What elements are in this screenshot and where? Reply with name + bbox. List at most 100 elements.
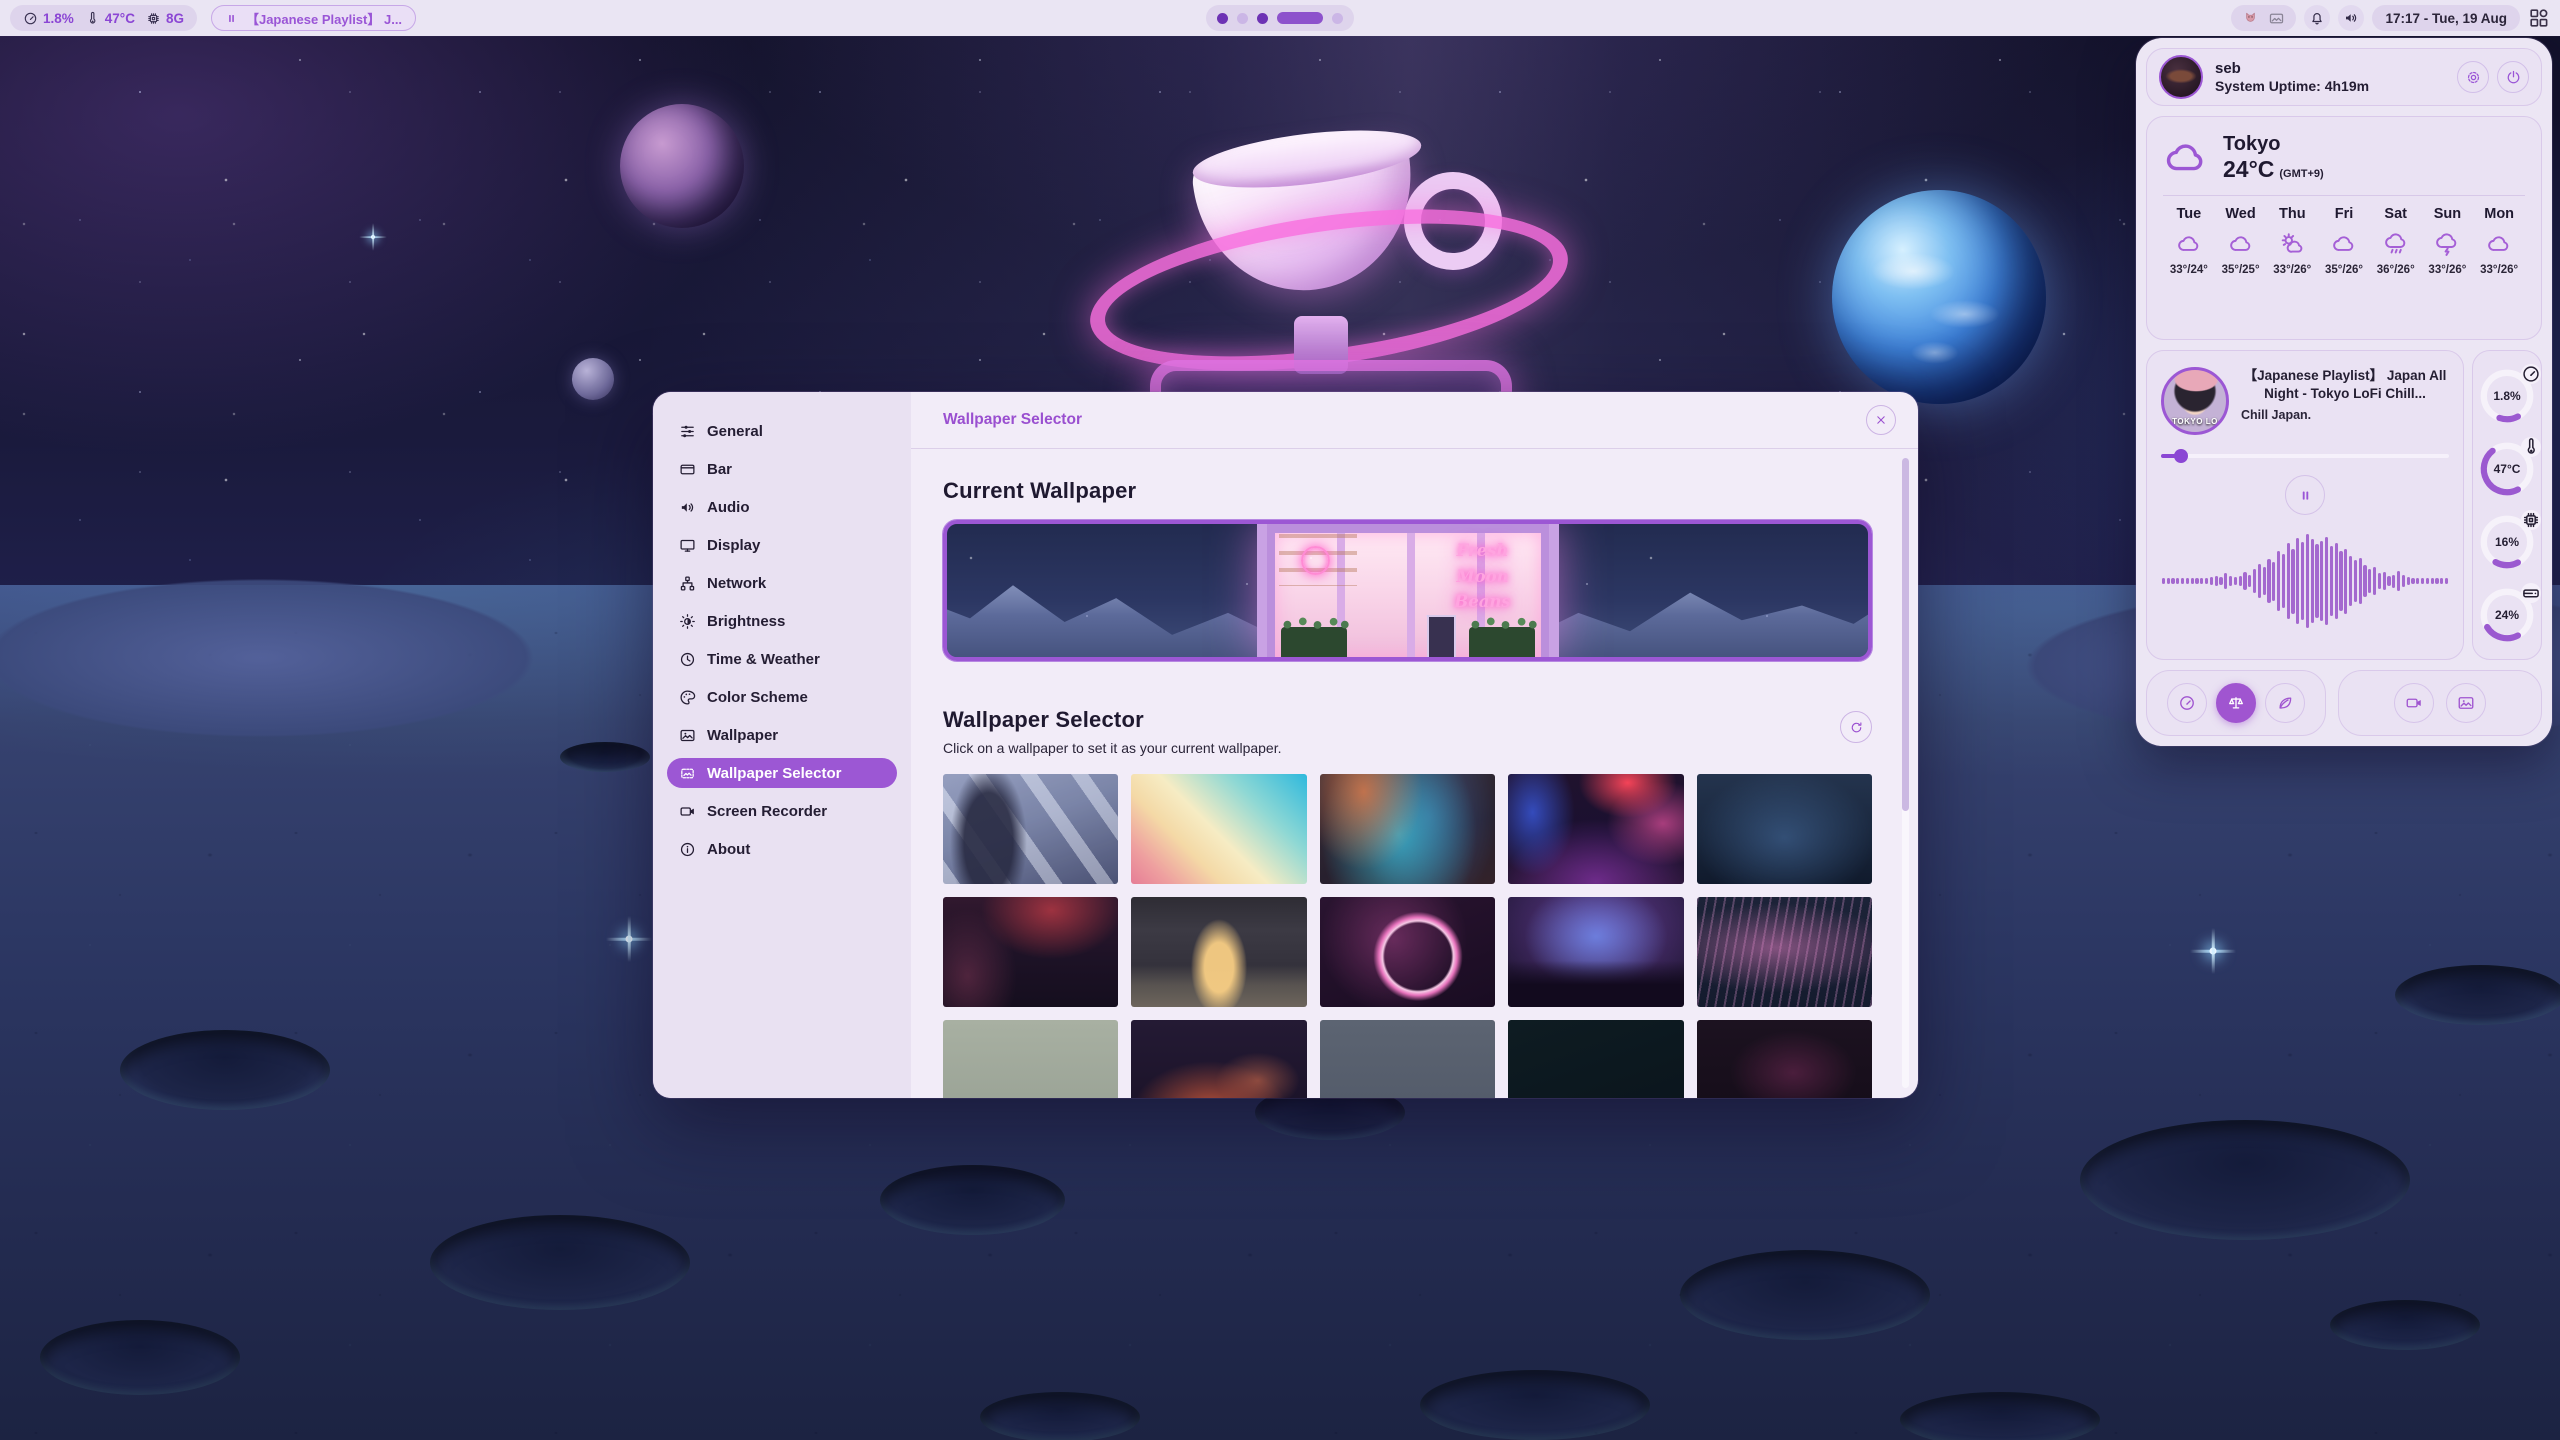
brightness-icon xyxy=(679,613,696,630)
sidebar-item-network[interactable]: Network xyxy=(667,568,897,598)
clock-pill[interactable]: 17:17 - Tue, 19 Aug xyxy=(2372,5,2520,31)
image-icon xyxy=(2457,694,2475,712)
wallpaper-thumbnail-sage-field[interactable] xyxy=(943,1020,1118,1098)
media-progress-slider[interactable] xyxy=(2161,449,2449,463)
speaker-icon xyxy=(2343,10,2359,26)
screen-record-button[interactable] xyxy=(2394,683,2434,723)
sidebar-item-display[interactable]: Display xyxy=(667,530,897,560)
wallpaper-thumbnail-coral-trees[interactable] xyxy=(1131,1020,1306,1098)
recorder-icon xyxy=(679,803,696,820)
settings-button[interactable] xyxy=(2457,61,2489,93)
selector-heading: Wallpaper Selector xyxy=(943,707,1282,733)
wallpaper-thumbnail-snowy-night-village[interactable] xyxy=(1697,774,1872,884)
sidebar-item-audio[interactable]: Audio xyxy=(667,492,897,522)
workspace-dot-2[interactable] xyxy=(1237,13,1248,24)
crater xyxy=(880,1165,1065,1235)
wallpaper-thumbnail-pastel-sky-gradient[interactable] xyxy=(1131,774,1306,884)
info-icon xyxy=(679,841,696,858)
cloud-icon xyxy=(2176,231,2202,257)
refresh-button[interactable] xyxy=(1840,711,1872,743)
weather-forecast: Tue 33°/24° Wed 35°/25° Thu 33°/26° Fri … xyxy=(2163,206,2525,276)
scrollbar[interactable] xyxy=(1902,458,1909,1088)
sidebar-item-screen-recorder[interactable]: Screen Recorder xyxy=(667,796,897,826)
sidebar-item-label: Color Scheme xyxy=(707,689,808,706)
sidebar-item-label: Brightness xyxy=(707,613,785,630)
wallpaper-thumbnail-wireframe-wave[interactable] xyxy=(1697,897,1872,1007)
close-button[interactable] xyxy=(1866,405,1896,435)
current-wallpaper-preview[interactable]: Fresh Moon Beans xyxy=(943,520,1872,661)
sidebar-item-brightness[interactable]: Brightness xyxy=(667,606,897,636)
sidebar-item-time-weather[interactable]: Time & Weather xyxy=(667,644,897,674)
sidebar-item-label: Wallpaper xyxy=(707,727,778,744)
workspace-dot-3[interactable] xyxy=(1257,13,1268,24)
bright-star xyxy=(2190,928,2236,974)
wallpaper-grid xyxy=(943,774,1872,1098)
desktop: 1.8% 47°C 8G 【Japanese Playlist】 J... 17… xyxy=(0,0,2560,1440)
dashboard-button[interactable] xyxy=(2528,7,2550,29)
workspaces-pill[interactable] xyxy=(1206,5,1354,31)
disk-icon xyxy=(2521,583,2541,603)
wallpaper-thumbnail-anime-girl-crosswalk[interactable] xyxy=(943,774,1118,884)
tray-app-1-icon[interactable] xyxy=(2242,10,2259,27)
speedometer-icon xyxy=(2178,694,2196,712)
performance-button[interactable] xyxy=(2167,683,2207,723)
cloud-icon xyxy=(2228,231,2254,257)
system-stats-pill[interactable]: 1.8% 47°C 8G xyxy=(10,5,197,31)
wallpaper-thumbnail-blurred-aurora[interactable] xyxy=(1320,774,1495,884)
grid-icon xyxy=(2528,7,2550,29)
cloud-icon xyxy=(2486,231,2512,257)
cloud-icon xyxy=(2331,231,2357,257)
tray-app-2-icon[interactable] xyxy=(2268,10,2285,27)
forecast-day-fri: Fri 35°/26° xyxy=(2318,206,2370,276)
pause-button[interactable] xyxy=(2285,475,2325,515)
wallpaper-thumbnail-neon-arcade-alley[interactable] xyxy=(1508,774,1683,884)
crater xyxy=(430,1215,690,1310)
wallpaper-thumbnail-lofi-coffee-shop[interactable] xyxy=(1131,897,1306,1007)
workspace-dot-1[interactable] xyxy=(1217,13,1228,24)
gauge-thermometer: 47°C xyxy=(2478,440,2536,498)
media-pill[interactable]: 【Japanese Playlist】 J... xyxy=(211,5,416,31)
scrollbar-thumb[interactable] xyxy=(1902,458,1909,811)
wallpaper-thumbnail-black-hole-ring[interactable] xyxy=(1320,897,1495,1007)
cloud-icon xyxy=(2163,135,2209,181)
notifications-button[interactable] xyxy=(2304,5,2330,31)
media-card: TOKYO LO 【Japanese Playlist】 Japan All N… xyxy=(2146,350,2464,660)
sidebar-item-general[interactable]: General xyxy=(667,416,897,446)
power-button[interactable] xyxy=(2497,61,2529,93)
volume-button[interactable] xyxy=(2338,5,2364,31)
forecast-day-sat: Sat 36°/26° xyxy=(2370,206,2422,276)
earth-planet xyxy=(1832,190,2046,404)
slider-knob[interactable] xyxy=(2174,449,2188,463)
sidebar-item-about[interactable]: About xyxy=(667,834,897,864)
wallpaper-thumbnail-nebula-over-forest[interactable] xyxy=(1508,897,1683,1007)
screenshot-button[interactable] xyxy=(2446,683,2486,723)
small-moon xyxy=(572,358,614,400)
system-gauges-card: 1.8% 47°C 16% 24% xyxy=(2472,350,2542,660)
workspace-dot-5[interactable] xyxy=(1332,13,1343,24)
wallpaper-thumbnail-slate-gray[interactable] xyxy=(1320,1020,1495,1098)
balanced-button[interactable] xyxy=(2216,683,2256,723)
system-tray[interactable] xyxy=(2231,5,2296,31)
ram-stat: 8G xyxy=(146,11,184,26)
media-pill-label: 【Japanese Playlist】 J... xyxy=(246,9,402,28)
close-icon xyxy=(1874,413,1888,427)
scales-icon xyxy=(2227,694,2245,712)
bell-icon xyxy=(2309,10,2325,26)
wallpaper-thumbnail-dark-teal[interactable] xyxy=(1508,1020,1683,1098)
clock-label: 17:17 - Tue, 19 Aug xyxy=(2385,11,2507,26)
wallpaper-thumbnail-crimson-forest-figure[interactable] xyxy=(943,897,1118,1007)
sidebar-item-bar[interactable]: Bar xyxy=(667,454,897,484)
sidebar-item-color-scheme[interactable]: Color Scheme xyxy=(667,682,897,712)
settings-window: General Bar Audio Display Network Bright… xyxy=(653,392,1918,1098)
sidebar-item-wallpaper-selector[interactable]: Wallpaper Selector xyxy=(667,758,897,788)
wallpaper-thumbnail-dark-maroon[interactable] xyxy=(1697,1020,1872,1098)
power-saver-button[interactable] xyxy=(2265,683,2305,723)
settings-content: Wallpaper Selector Current Wallpaper Fre… xyxy=(911,392,1918,1098)
speedometer-icon xyxy=(23,11,38,26)
weather-city: Tokyo xyxy=(2223,133,2324,156)
chip-icon xyxy=(2521,510,2541,530)
bright-star xyxy=(606,916,652,962)
workspace-dot-4[interactable] xyxy=(1277,12,1323,24)
gauge-speedometer: 1.8% xyxy=(2478,367,2536,425)
sidebar-item-wallpaper[interactable]: Wallpaper xyxy=(667,720,897,750)
